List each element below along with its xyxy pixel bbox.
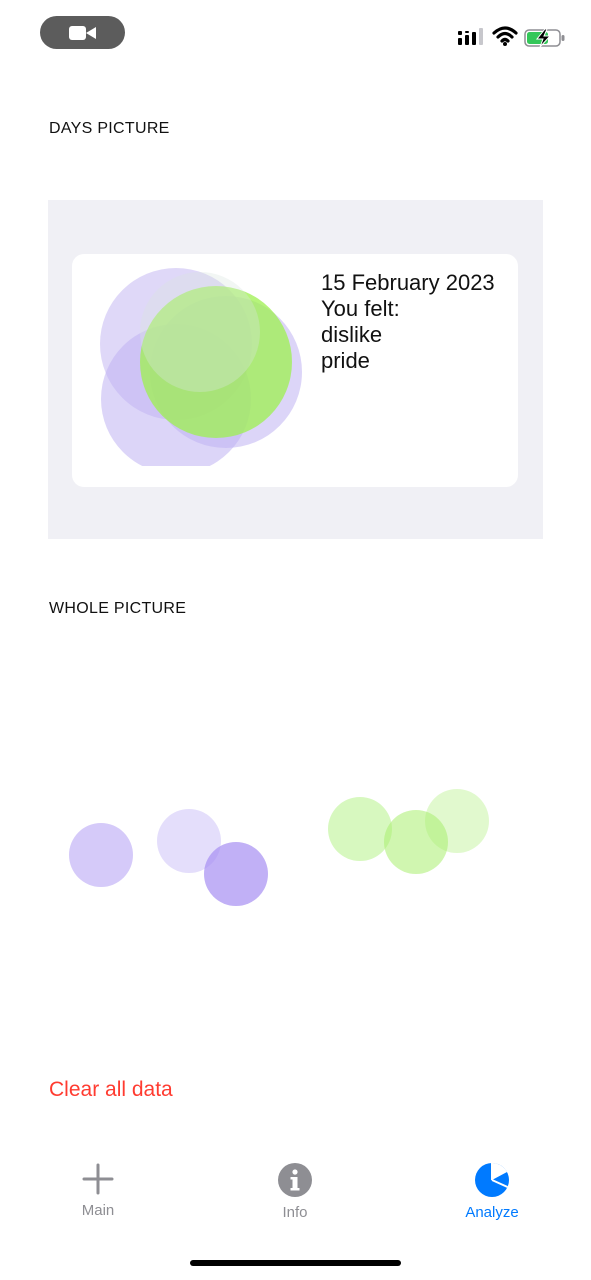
felt-label: You felt: <box>321 296 400 321</box>
tab-main-label: Main <box>81 1202 115 1219</box>
plus-icon <box>82 1163 114 1195</box>
video-camera-icon[interactable] <box>40 16 125 49</box>
tab-analyze-label: Analyze <box>465 1204 519 1221</box>
home-indicator[interactable] <box>190 1260 401 1266</box>
whole-emotion-graphic <box>69 789 489 906</box>
emotion-circle <box>140 272 260 392</box>
day-date: 15 February 2023 <box>321 270 495 295</box>
cellular-signal-icon <box>458 28 483 45</box>
wifi-icon <box>492 26 518 46</box>
tab-info-label: Info <box>282 1204 308 1221</box>
clear-all-data-button[interactable]: Clear all data <box>49 1078 173 1102</box>
emotion-circle <box>69 823 133 887</box>
whole-picture-header: WHOLE PICTURE <box>49 600 187 617</box>
day-summary: 15 February 2023 You felt: dislike pride <box>321 270 511 374</box>
tab-bar: Main Info Analyze <box>0 1150 591 1240</box>
day-card[interactable]: 15 February 2023 You felt: dislike pride <box>72 254 518 487</box>
status-bar <box>0 0 591 70</box>
emotion-item: dislike <box>321 322 383 347</box>
tab-analyze[interactable]: Analyze <box>432 1150 552 1230</box>
emotion-circle <box>204 842 268 906</box>
days-picture-header: DAYS PICTURE <box>49 120 170 137</box>
tab-main[interactable]: Main <box>38 1150 158 1230</box>
pie-chart-icon <box>475 1163 509 1197</box>
emotion-circle <box>328 797 392 861</box>
day-emotion-graphic <box>100 268 302 466</box>
emotion-circle <box>384 810 448 874</box>
days-picture-panel: 15 February 2023 You felt: dislike pride <box>48 200 543 539</box>
tab-info[interactable]: Info <box>235 1150 355 1230</box>
info-icon <box>278 1163 312 1197</box>
emotion-item: pride <box>321 348 370 373</box>
battery-charging-icon <box>524 28 565 48</box>
